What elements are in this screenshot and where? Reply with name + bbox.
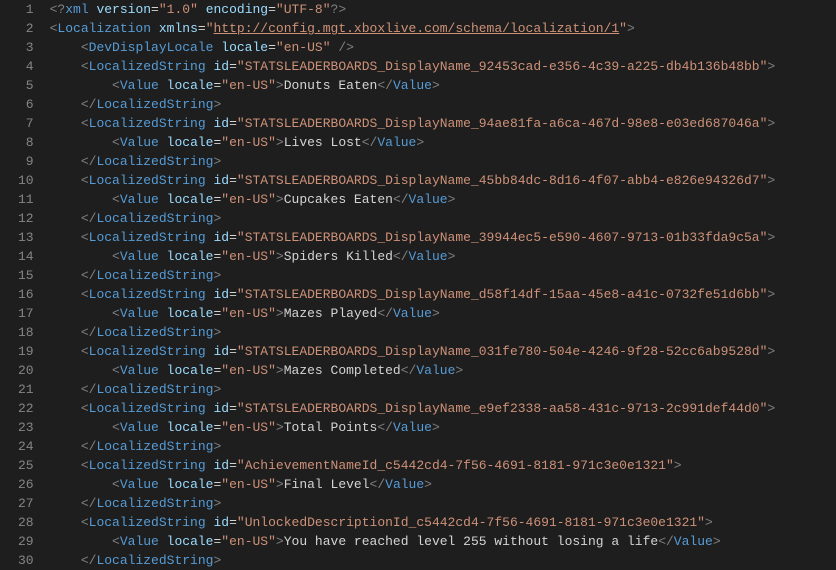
code-line[interactable]: <Value locale="en-US">Lives Lost</Value>	[50, 133, 776, 152]
code-line[interactable]: <LocalizedString id="UnlockedDescription…	[50, 513, 776, 532]
code-line[interactable]: <Value locale="en-US">You have reached l…	[50, 532, 776, 551]
line-number: 2	[18, 19, 34, 38]
code-line[interactable]: <LocalizedString id="AchievementNameId_c…	[50, 456, 776, 475]
line-number: 14	[18, 247, 34, 266]
line-number-gutter: 1234567891011121314151617181920212223242…	[0, 0, 46, 570]
line-number: 15	[18, 266, 34, 285]
code-editor[interactable]: 1234567891011121314151617181920212223242…	[0, 0, 836, 570]
code-area[interactable]: <?xml version="1.0" encoding="UTF-8"?><L…	[46, 0, 780, 570]
code-line[interactable]: <Value locale="en-US">Mazes Completed</V…	[50, 361, 776, 380]
line-number: 25	[18, 456, 34, 475]
code-line[interactable]: </LocalizedString>	[50, 494, 776, 513]
line-number: 12	[18, 209, 34, 228]
code-line[interactable]: <Value locale="en-US">Cupcakes Eaten</Va…	[50, 190, 776, 209]
code-line[interactable]: </LocalizedString>	[50, 437, 776, 456]
code-line[interactable]: <Value locale="en-US">Final Level</Value…	[50, 475, 776, 494]
line-number: 18	[18, 323, 34, 342]
code-line[interactable]: </LocalizedString>	[50, 551, 776, 570]
line-number: 10	[18, 171, 34, 190]
code-line[interactable]: </LocalizedString>	[50, 152, 776, 171]
line-number: 13	[18, 228, 34, 247]
line-number: 22	[18, 399, 34, 418]
code-line[interactable]: <Localization xmlns="http://config.mgt.x…	[50, 19, 776, 38]
line-number: 23	[18, 418, 34, 437]
line-number: 9	[18, 152, 34, 171]
line-number: 8	[18, 133, 34, 152]
code-line[interactable]: <LocalizedString id="STATSLEADERBOARDS_D…	[50, 342, 776, 361]
line-number: 27	[18, 494, 34, 513]
code-line[interactable]: <LocalizedString id="STATSLEADERBOARDS_D…	[50, 57, 776, 76]
code-line[interactable]: <LocalizedString id="STATSLEADERBOARDS_D…	[50, 399, 776, 418]
line-number: 24	[18, 437, 34, 456]
line-number: 11	[18, 190, 34, 209]
line-number: 5	[18, 76, 34, 95]
code-line[interactable]: <DevDisplayLocale locale="en-US" />	[50, 38, 776, 57]
code-line[interactable]: <LocalizedString id="STATSLEADERBOARDS_D…	[50, 171, 776, 190]
code-line[interactable]: <LocalizedString id="STATSLEADERBOARDS_D…	[50, 228, 776, 247]
line-number: 7	[18, 114, 34, 133]
line-number: 19	[18, 342, 34, 361]
code-line[interactable]: <Value locale="en-US">Total Points</Valu…	[50, 418, 776, 437]
code-line[interactable]: </LocalizedString>	[50, 266, 776, 285]
code-line[interactable]: </LocalizedString>	[50, 323, 776, 342]
code-line[interactable]: <LocalizedString id="STATSLEADERBOARDS_D…	[50, 114, 776, 133]
code-line[interactable]: </LocalizedString>	[50, 380, 776, 399]
code-line[interactable]: </LocalizedString>	[50, 209, 776, 228]
line-number: 30	[18, 551, 34, 570]
line-number: 29	[18, 532, 34, 551]
code-line[interactable]: <?xml version="1.0" encoding="UTF-8"?>	[50, 0, 776, 19]
line-number: 20	[18, 361, 34, 380]
line-number: 16	[18, 285, 34, 304]
line-number: 3	[18, 38, 34, 57]
line-number: 4	[18, 57, 34, 76]
line-number: 21	[18, 380, 34, 399]
line-number: 28	[18, 513, 34, 532]
line-number: 6	[18, 95, 34, 114]
code-line[interactable]: <LocalizedString id="STATSLEADERBOARDS_D…	[50, 285, 776, 304]
code-line[interactable]: <Value locale="en-US">Donuts Eaten</Valu…	[50, 76, 776, 95]
code-line[interactable]: <Value locale="en-US">Mazes Played</Valu…	[50, 304, 776, 323]
code-line[interactable]: </LocalizedString>	[50, 95, 776, 114]
line-number: 26	[18, 475, 34, 494]
line-number: 1	[18, 0, 34, 19]
code-line[interactable]: <Value locale="en-US">Spiders Killed</Va…	[50, 247, 776, 266]
line-number: 17	[18, 304, 34, 323]
